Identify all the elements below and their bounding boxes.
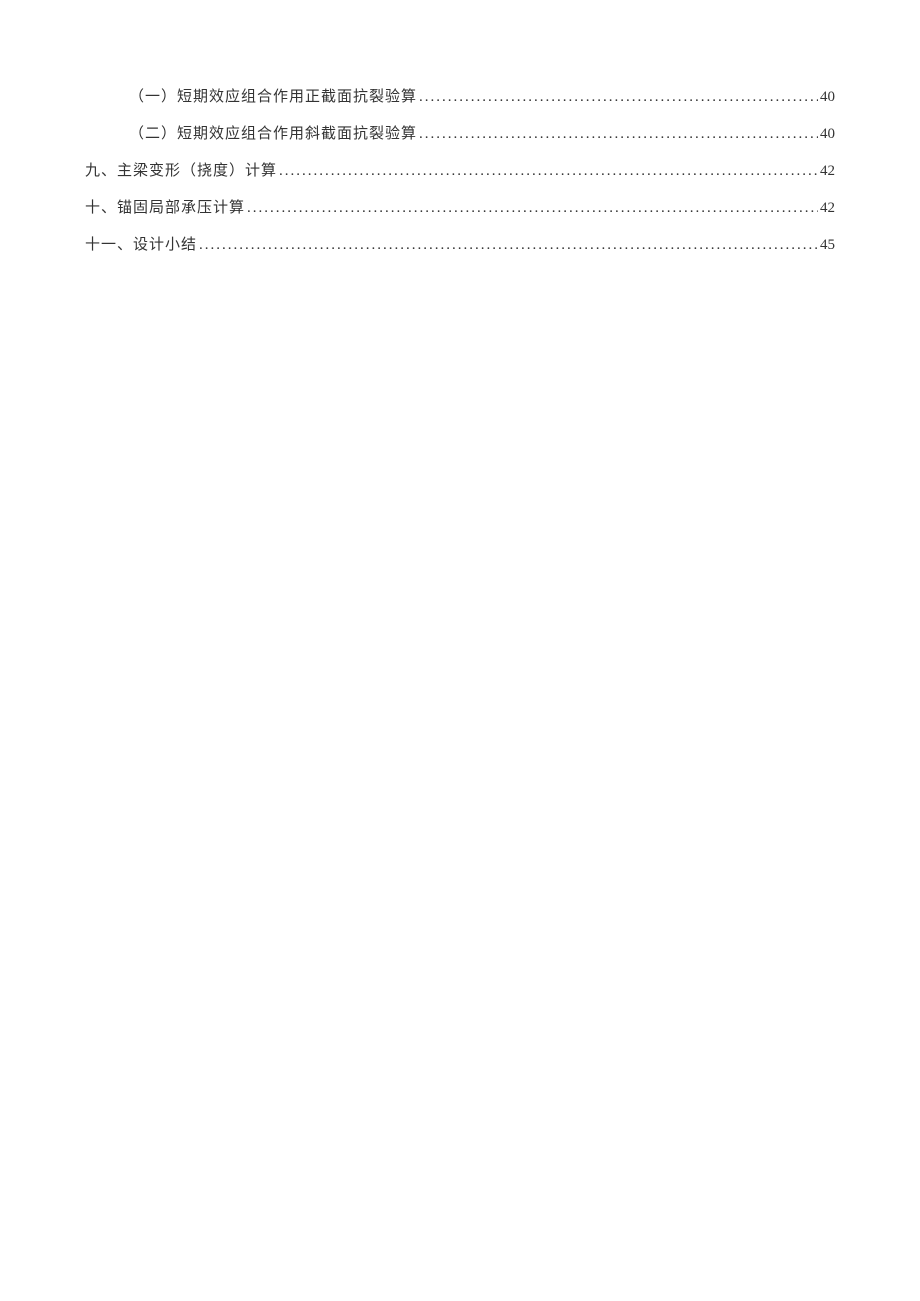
toc-leader-dots: [419, 126, 818, 143]
toc-entry-title: （二）短期效应组合作用斜截面抗裂验算: [129, 122, 417, 143]
toc-leader-dots: [419, 89, 818, 106]
toc-entry-title: （一）短期效应组合作用正截面抗裂验算: [129, 85, 417, 106]
toc-entry: （一）短期效应组合作用正截面抗裂验算 40: [85, 85, 835, 106]
toc-entry-title: 十一、设计小结: [85, 233, 197, 254]
toc-entry-page: 42: [820, 163, 835, 180]
toc-entry-page: 45: [820, 237, 835, 254]
toc-entry: （二）短期效应组合作用斜截面抗裂验算 40: [85, 122, 835, 143]
toc-entry-page: 42: [820, 200, 835, 217]
toc-leader-dots: [247, 200, 818, 217]
toc-entry: 十一、设计小结 45: [85, 233, 835, 254]
toc-entry-title: 十、锚固局部承压计算: [85, 196, 245, 217]
toc-entry-page: 40: [820, 126, 835, 143]
toc-entry: 十、锚固局部承压计算 42: [85, 196, 835, 217]
toc-leader-dots: [279, 163, 818, 180]
table-of-contents: （一）短期效应组合作用正截面抗裂验算 40 （二）短期效应组合作用斜截面抗裂验算 40…: [85, 85, 835, 254]
toc-entry: 九、主梁变形（挠度）计算 42: [85, 159, 835, 180]
toc-entry-page: 40: [820, 89, 835, 106]
toc-entry-title: 九、主梁变形（挠度）计算: [85, 159, 277, 180]
toc-leader-dots: [199, 237, 818, 254]
